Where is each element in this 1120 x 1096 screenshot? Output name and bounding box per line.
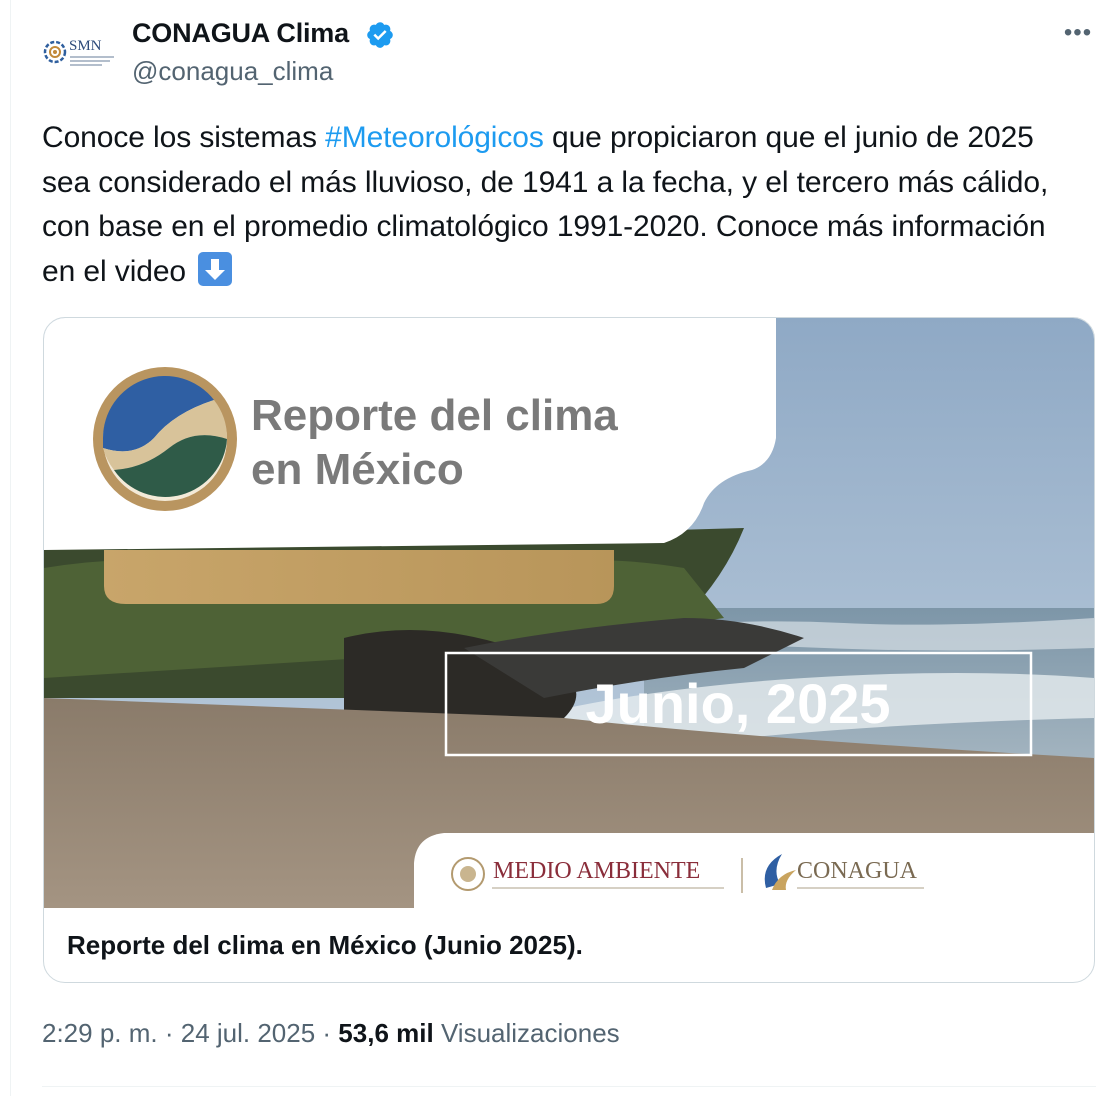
meta-separator-1: · bbox=[157, 1018, 181, 1048]
views-label: Visualizaciones bbox=[440, 1018, 620, 1048]
more-options-icon[interactable]: ••• bbox=[1058, 18, 1098, 48]
report-logo-icon bbox=[93, 367, 237, 511]
footer-logo-medio-ambiente: MEDIO AMBIENTE bbox=[493, 858, 700, 884]
video-title-line1: Reporte del clima bbox=[251, 391, 618, 440]
footer-logo-conagua: CONAGUA bbox=[797, 858, 918, 884]
tweet-time[interactable]: 2:29 p. m. bbox=[42, 1018, 158, 1048]
avatar-text: SMN bbox=[69, 38, 102, 54]
media-caption[interactable]: Reporte del clima en México (Junio 2025)… bbox=[67, 930, 583, 961]
down-arrow-emoji-icon bbox=[198, 251, 233, 286]
left-border bbox=[10, 0, 11, 1096]
meta-separator-2: · bbox=[315, 1018, 339, 1048]
media-card[interactable]: Reporte del clima en México Junio, 2025 … bbox=[43, 317, 1095, 983]
verified-badge-icon[interactable] bbox=[365, 20, 395, 50]
tweet-meta: 2:29 p. m. · 24 jul. 2025 · 53,6 mil Vis… bbox=[42, 1018, 620, 1049]
hashtag-link[interactable]: #Meteorológicos bbox=[325, 121, 544, 154]
author-display-name[interactable]: CONAGUA Clima bbox=[132, 18, 349, 49]
video-date: Junio, 2025 bbox=[585, 672, 890, 735]
tweet-text: Conoce los sistemas #Meteorológicos que … bbox=[42, 116, 1082, 294]
tweet-text-before: Conoce los sistemas bbox=[42, 121, 326, 154]
tweet-date[interactable]: 24 jul. 2025 bbox=[181, 1018, 315, 1048]
smn-logo-icon: SMN bbox=[43, 38, 114, 66]
author-handle[interactable]: @conagua_clima bbox=[132, 56, 333, 87]
video-thumbnail[interactable]: Reporte del clima en México Junio, 2025 … bbox=[44, 318, 1094, 908]
avatar[interactable]: SMN bbox=[40, 26, 118, 78]
video-title-line2: en México bbox=[251, 445, 464, 494]
views-count: 53,6 mil bbox=[338, 1018, 434, 1048]
divider bbox=[42, 1086, 1096, 1087]
